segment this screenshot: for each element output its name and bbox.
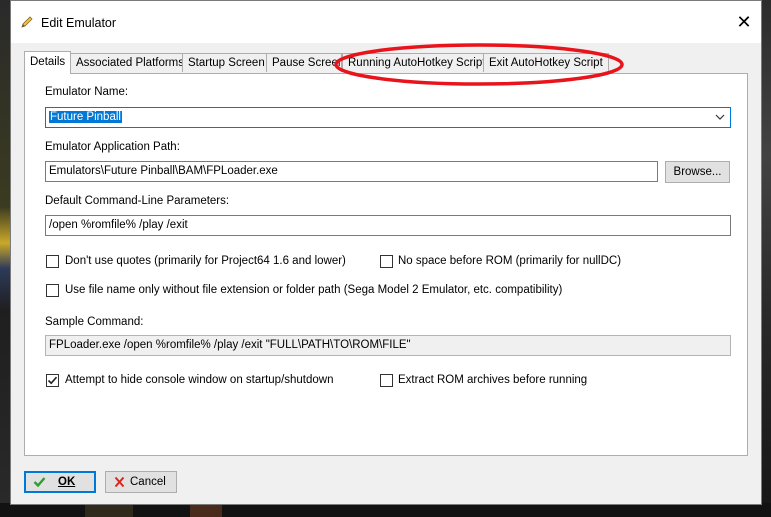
no-space-label: No space before ROM (primarily for nullD… <box>398 255 622 267</box>
sample-command-field: FPLoader.exe /open %romfile% /play /exit… <box>45 335 731 356</box>
browse-button[interactable]: Browse... <box>665 161 730 183</box>
cancel-label: Cancel <box>130 476 166 488</box>
close-icon[interactable]: ✕ <box>735 12 753 32</box>
tab-pause-screen[interactable]: Pause Screen <box>266 53 342 72</box>
tab-startup-screen[interactable]: Startup Screen <box>182 53 271 72</box>
filename-only-checkbox[interactable] <box>46 284 59 297</box>
no-space-checkbox[interactable] <box>380 255 393 268</box>
chevron-down-icon[interactable] <box>714 111 726 123</box>
check-icon <box>33 477 46 488</box>
params-label: Default Command-Line Parameters: <box>45 195 230 207</box>
ok-button[interactable]: OK <box>24 471 96 493</box>
app-path-label: Emulator Application Path: <box>45 141 180 153</box>
tab-exit-autohotkey-script[interactable]: Exit AutoHotkey Script <box>483 53 609 72</box>
hide-console-checkbox[interactable] <box>46 374 59 387</box>
sample-command-label: Sample Command: <box>45 316 144 328</box>
x-icon <box>114 476 125 488</box>
extract-rom-label: Extract ROM archives before running <box>398 374 588 386</box>
window-title: Edit Emulator <box>41 16 117 30</box>
params-input[interactable]: /open %romfile% /play /exit <box>45 215 731 236</box>
cancel-button[interactable]: Cancel <box>105 471 177 493</box>
tab-running-autohotkey-script[interactable]: Running AutoHotkey Script <box>342 53 492 72</box>
emulator-name-value: Future Pinball <box>49 111 122 123</box>
extract-rom-checkbox[interactable] <box>380 374 393 387</box>
no-quotes-checkbox[interactable] <box>46 255 59 268</box>
app-path-input[interactable]: Emulators\Future Pinball\BAM\FPLoader.ex… <box>45 161 658 182</box>
ok-label: OK <box>58 476 76 488</box>
tab-details[interactable]: Details <box>24 51 72 74</box>
background-app-right <box>762 0 771 517</box>
checkmark-icon <box>47 376 58 385</box>
title-bar: Edit Emulator ✕ <box>11 1 761 43</box>
hide-console-label: Attempt to hide console window on startu… <box>65 374 334 386</box>
filename-only-label: Use file name only without file extensio… <box>65 284 563 296</box>
emulator-name-combobox[interactable]: Future Pinball <box>45 107 731 128</box>
tab-associated-platforms[interactable]: Associated Platforms <box>70 53 191 72</box>
edit-emulator-dialog: Edit Emulator ✕ Details Associated Platf… <box>10 0 762 505</box>
emulator-name-label: Emulator Name: <box>45 86 129 98</box>
pencil-icon <box>21 16 33 28</box>
details-panel: Emulator Name: Future Pinball Emulator A… <box>24 73 748 456</box>
no-quotes-label: Don't use quotes (primarily for Project6… <box>65 255 346 267</box>
background-app-bottom <box>0 503 771 517</box>
